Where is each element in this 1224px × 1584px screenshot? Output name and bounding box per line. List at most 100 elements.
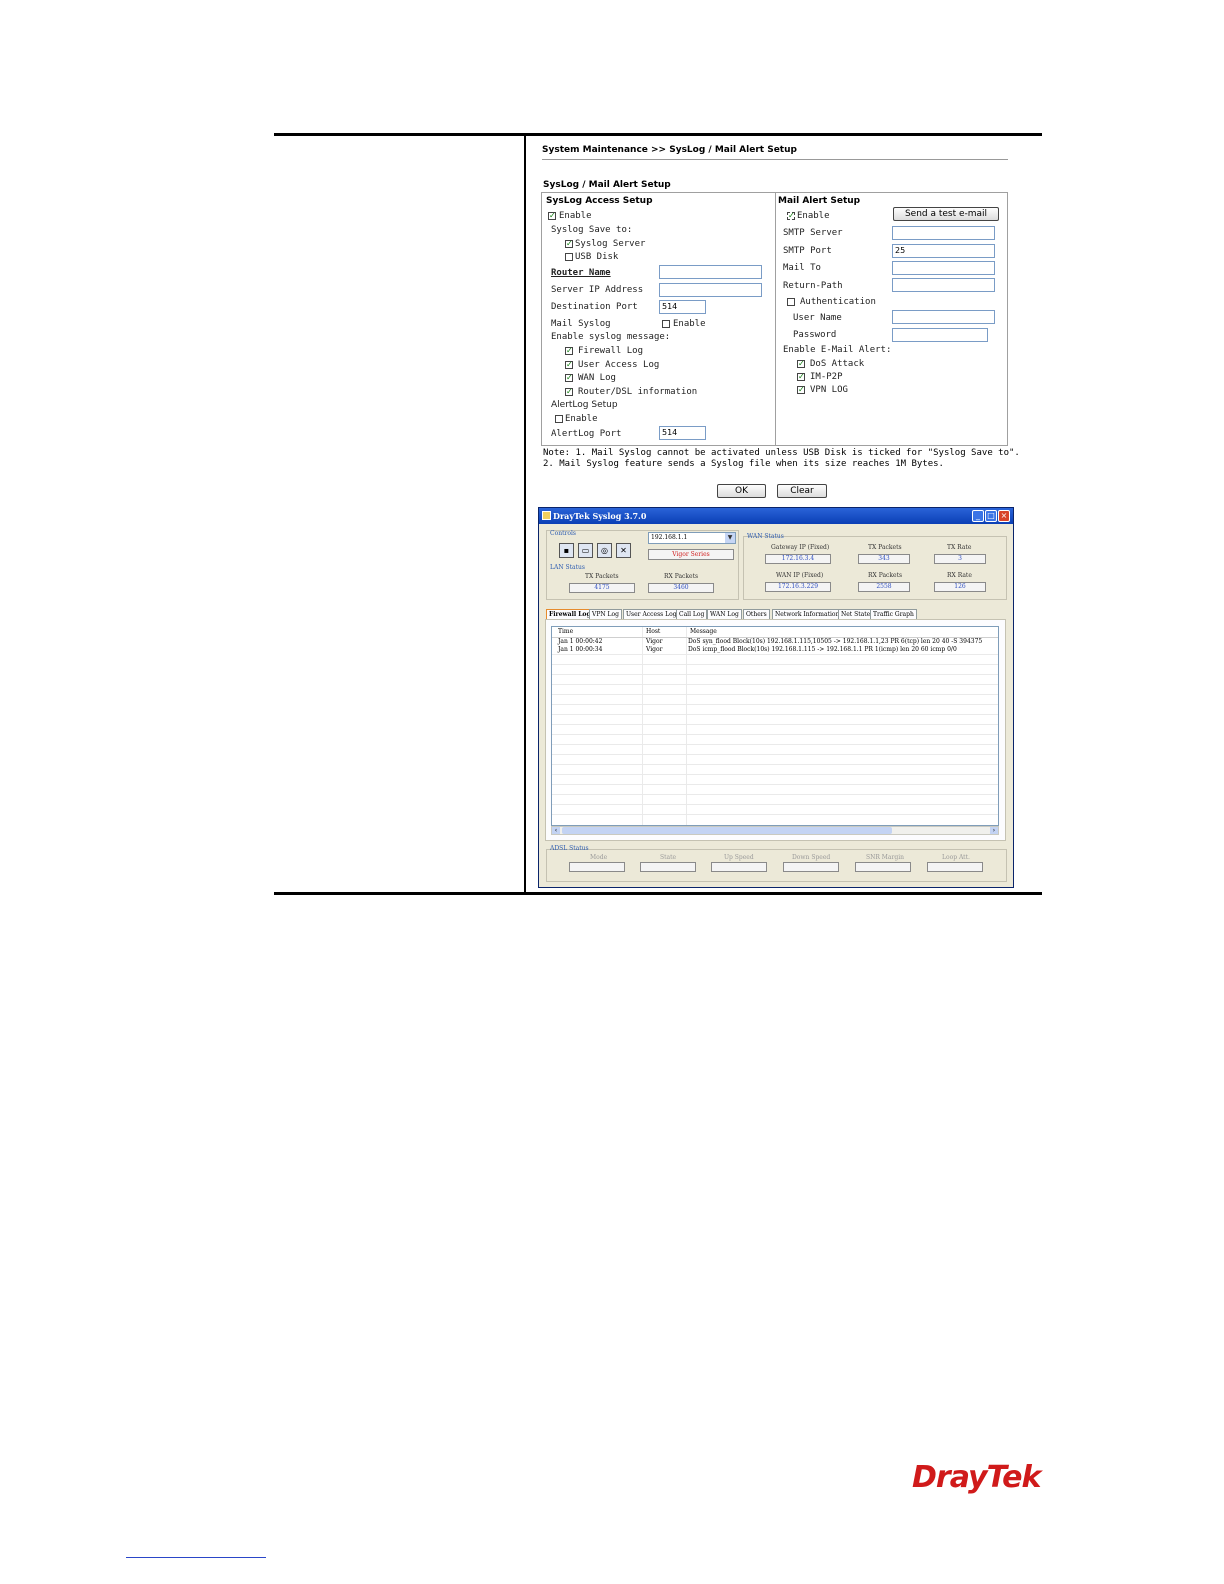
firewall-log-table: Time Host Message Jan 1 00:00:42 Vigor D… [551, 626, 999, 826]
open-folder-icon[interactable]: ▭ [578, 543, 593, 558]
tab-net-state[interactable]: Net State [838, 609, 874, 619]
server-ip-input[interactable] [659, 283, 762, 297]
clear-button[interactable]: Clear [777, 484, 827, 498]
tab-others[interactable]: Others [743, 609, 770, 619]
syslog-enable-checkbox[interactable]: ✓ [548, 212, 556, 220]
tab-traffic-graph[interactable]: Traffic Graph [870, 609, 917, 619]
minimize-icon[interactable]: _ [972, 510, 984, 522]
wan-tx-value: 343 [858, 554, 910, 564]
row-1-message: DoS syn_flood Block(10s) 192.168.1.115,1… [688, 638, 983, 645]
row-2-message: DoS icmp_flood Block(10s) 192.168.1.115 … [688, 646, 957, 653]
return-path-input[interactable] [892, 278, 995, 292]
syslog-server-checkbox[interactable]: ✓ [565, 240, 573, 248]
wan-log-checkbox[interactable]: ✓ [565, 374, 573, 382]
log-tabs: Firewall Log VPN Log User Access Log Cal… [546, 609, 1006, 619]
maximize-icon[interactable]: □ [985, 510, 997, 522]
adsl-down-speed-value [783, 862, 839, 872]
ok-button[interactable]: OK [717, 484, 766, 498]
adsl-loop-att-label: Loop Att. [942, 854, 970, 861]
gateway-label: Gateway IP (Fixed) [771, 544, 830, 551]
wan-ip-value: 172.16.3.229 [765, 582, 831, 592]
im-p2p-checkbox[interactable]: ✓ [797, 373, 805, 381]
usb-disk-checkbox[interactable] [565, 253, 573, 261]
router-name-input[interactable] [659, 265, 762, 279]
tx-rate-label: TX Rate [947, 544, 972, 551]
alertlog-enable-checkbox[interactable] [555, 415, 563, 423]
tab-user-access-log[interactable]: User Access Log [623, 609, 680, 619]
row-line [552, 674, 998, 675]
app-icon [542, 511, 551, 520]
tab-network-information[interactable]: Network Information [772, 609, 843, 619]
mail-alert-enable-label: Enable [797, 211, 830, 221]
alertlog-port-label: AlertLog Port [551, 429, 622, 439]
top-rule [274, 133, 1042, 136]
ip-select[interactable]: 192.168.1.1 [648, 532, 736, 544]
column-divider [524, 136, 526, 892]
bottom-rule [274, 892, 1042, 895]
horizontal-scrollbar[interactable]: ‹ › [551, 826, 999, 835]
footer-link-line [126, 1557, 266, 1558]
smtp-server-input[interactable] [892, 226, 995, 240]
mail-syslog-label: Mail Syslog [551, 319, 611, 329]
adsl-snr-margin-label: SNR Margin [866, 854, 904, 861]
scrollbar-thumb[interactable] [562, 827, 892, 834]
tab-vpn-log[interactable]: VPN Log [589, 609, 622, 619]
mail-syslog-checkbox[interactable] [662, 320, 670, 328]
mail-to-input[interactable] [892, 261, 995, 275]
dos-attack-checkbox[interactable]: ✓ [797, 360, 805, 368]
adsl-state-value [640, 862, 696, 872]
destination-port-input[interactable]: 514 [659, 300, 706, 314]
save-icon[interactable]: ▪ [559, 543, 574, 558]
tx-rate-value: 3 [934, 554, 986, 564]
mail-alert-enable-checkbox[interactable]: ✓ [787, 212, 795, 220]
col-divider [642, 627, 643, 825]
user-name-input[interactable] [892, 310, 995, 324]
destination-port-label: Destination Port [551, 302, 638, 312]
tab-wan-log[interactable]: WAN Log [707, 609, 742, 619]
network-icon[interactable]: ◎ [597, 543, 612, 558]
smtp-port-input[interactable]: 25 [892, 244, 995, 258]
row-line [552, 794, 998, 795]
firewall-log-checkbox[interactable]: ✓ [565, 347, 573, 355]
wan-log-label: WAN Log [578, 373, 616, 383]
mail-to-label: Mail To [783, 263, 821, 273]
breadcrumb: System Maintenance >> SysLog / Mail Aler… [542, 145, 797, 155]
lan-tx-label: TX Packets [585, 573, 619, 580]
chevron-down-icon[interactable]: ▼ [725, 533, 735, 543]
panel-divider [775, 193, 776, 445]
rx-rate-label: RX Rate [947, 572, 972, 579]
user-access-log-label: User Access Log [578, 360, 660, 370]
adsl-status-label: ADSL Status [550, 845, 589, 852]
row-line [552, 764, 998, 765]
syslog-save-to-label: Syslog Save to: [551, 225, 633, 235]
wan-rx-label: RX Packets [868, 572, 903, 579]
tab-firewall-log[interactable]: Firewall Log [546, 609, 594, 619]
vpn-log-checkbox[interactable]: ✓ [797, 386, 805, 394]
column-header-time: Time [558, 628, 574, 635]
password-input[interactable] [892, 328, 988, 342]
tools-icon[interactable]: ✕ [616, 543, 631, 558]
row-line [552, 684, 998, 685]
scroll-right-icon[interactable]: › [990, 827, 998, 834]
password-label: Password [793, 330, 837, 340]
smtp-server-label: SMTP Server [783, 228, 843, 238]
router-dsl-info-checkbox[interactable]: ✓ [565, 388, 573, 396]
scroll-left-icon[interactable]: ‹ [552, 827, 560, 834]
adsl-snr-margin-value [855, 862, 911, 872]
row-line [552, 724, 998, 725]
note-line-2: 2. Mail Syslog feature sends a Syslog fi… [543, 459, 944, 469]
row-line [552, 774, 998, 775]
send-test-email-button[interactable]: Send a test e-mail [893, 207, 999, 221]
row-1-host: Vigor [646, 638, 663, 645]
close-icon[interactable]: × [998, 510, 1010, 522]
device-name: Vigor Series [648, 549, 734, 560]
wan-ip-label: WAN IP (Fixed) [776, 572, 824, 579]
alertlog-port-input[interactable]: 514 [659, 426, 706, 440]
server-ip-label: Server IP Address [551, 285, 644, 295]
tab-call-log[interactable]: Call Log [676, 609, 708, 619]
user-name-label: User Name [793, 313, 842, 323]
user-access-log-checkbox[interactable]: ✓ [565, 361, 573, 369]
authentication-checkbox[interactable] [787, 298, 795, 306]
alertlog-enable-label: Enable [565, 414, 598, 424]
lan-tx-value: 4175 [569, 583, 635, 593]
